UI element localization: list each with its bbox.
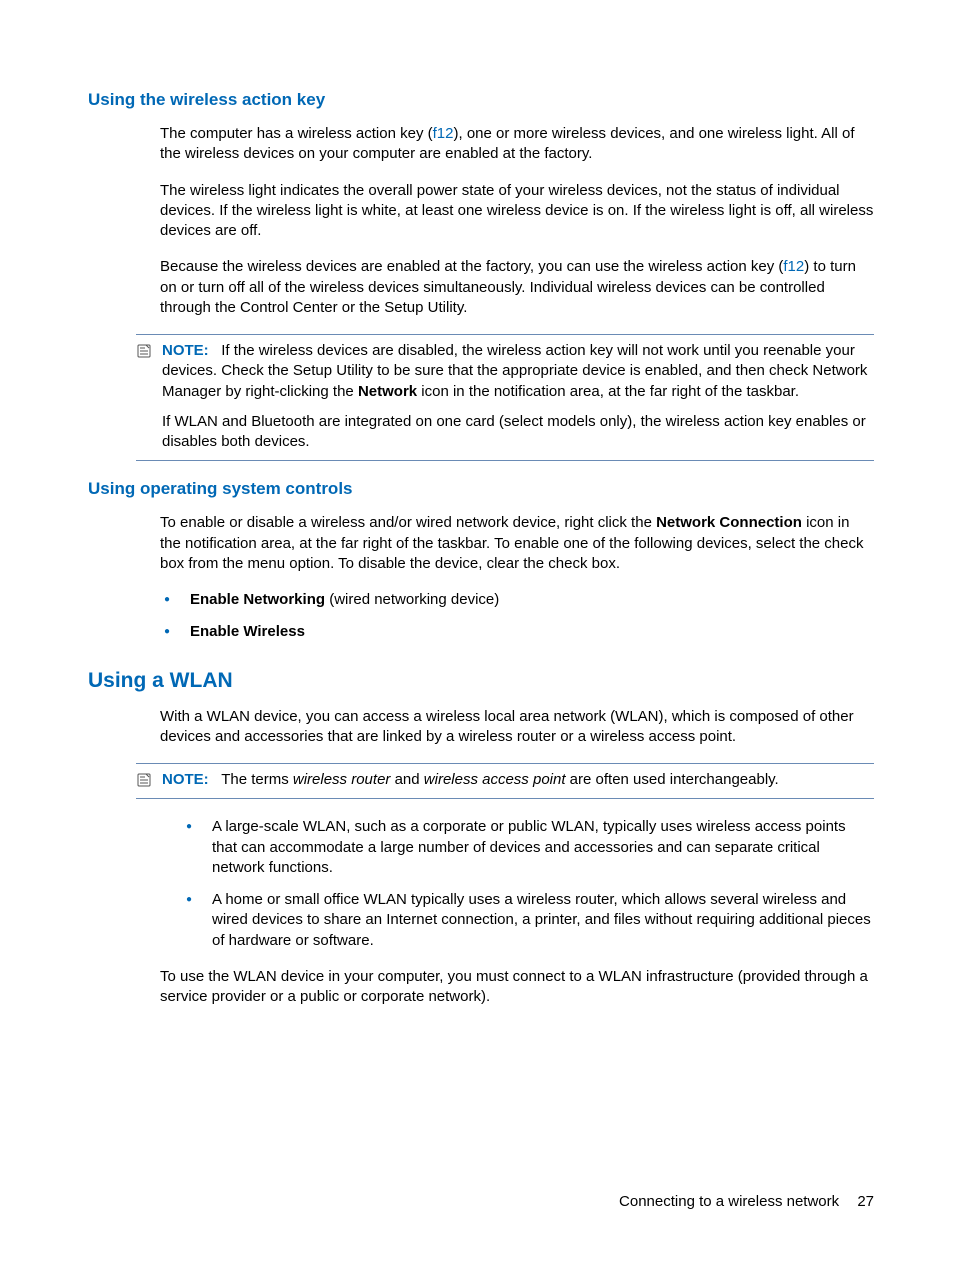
note-callout: NOTE: The terms wireless router and wire… [136,763,874,799]
text: icon in the notification area, at the fa… [417,383,799,400]
page-footer: Connecting to a wireless network 27 [619,1193,874,1210]
italic-text: wireless router [293,771,391,788]
note-icon [136,772,156,788]
paragraph: If WLAN and Bluetooth are integrated on … [162,412,874,453]
text: (wired networking device) [325,591,499,608]
bold-text: Enable Networking [190,591,325,608]
heading-os-controls: Using operating system controls [88,479,874,499]
note-callout: NOTE: If the wireless devices are disabl… [136,334,874,461]
bold-text: Network [358,383,417,400]
text: Because the wireless devices are enabled… [160,258,783,275]
paragraph: The wireless light indicates the overall… [160,181,874,242]
paragraph: To enable or disable a wireless and/or w… [160,513,874,574]
list-item: A home or small office WLAN typically us… [182,890,874,951]
text: The terms [221,771,293,788]
link-f12[interactable]: f12 [783,258,804,275]
text: To enable or disable a wireless and/or w… [160,514,656,531]
note-label: NOTE: [162,771,209,788]
note-label: NOTE: [162,342,209,359]
bold-text: Network Connection [656,514,802,531]
list-item: Enable Wireless [160,622,874,642]
section-body: A large-scale WLAN, such as a corporate … [160,817,874,1007]
note-body: NOTE: If the wireless devices are disabl… [162,341,874,452]
list-item: A large-scale WLAN, such as a corporate … [182,817,874,878]
text: are often used interchangeably. [566,771,779,788]
list-item: Enable Networking (wired networking devi… [160,590,874,610]
paragraph: The computer has a wireless action key (… [160,124,874,165]
document-page: Using the wireless action key The comput… [0,0,954,1270]
paragraph: To use the WLAN device in your computer,… [160,967,874,1008]
heading-wireless-action-key: Using the wireless action key [88,90,874,110]
bullet-list: A large-scale WLAN, such as a corporate … [182,817,874,951]
link-f12[interactable]: f12 [433,125,454,142]
section-body: The computer has a wireless action key (… [160,124,874,318]
heading-using-wlan: Using a WLAN [88,669,874,693]
text: The computer has a wireless action key ( [160,125,433,142]
section-body: To enable or disable a wireless and/or w… [160,513,874,642]
paragraph: Because the wireless devices are enabled… [160,257,874,318]
text: and [390,771,423,788]
note-body: NOTE: The terms wireless router and wire… [162,770,874,790]
footer-text: Connecting to a wireless network [619,1193,839,1210]
paragraph: With a WLAN device, you can access a wir… [160,707,874,748]
bullet-list: Enable Networking (wired networking devi… [160,590,874,643]
page-number: 27 [857,1193,874,1210]
section-body: With a WLAN device, you can access a wir… [160,707,874,748]
bold-text: Enable Wireless [190,623,305,640]
note-icon [136,343,156,359]
italic-text: wireless access point [424,771,566,788]
